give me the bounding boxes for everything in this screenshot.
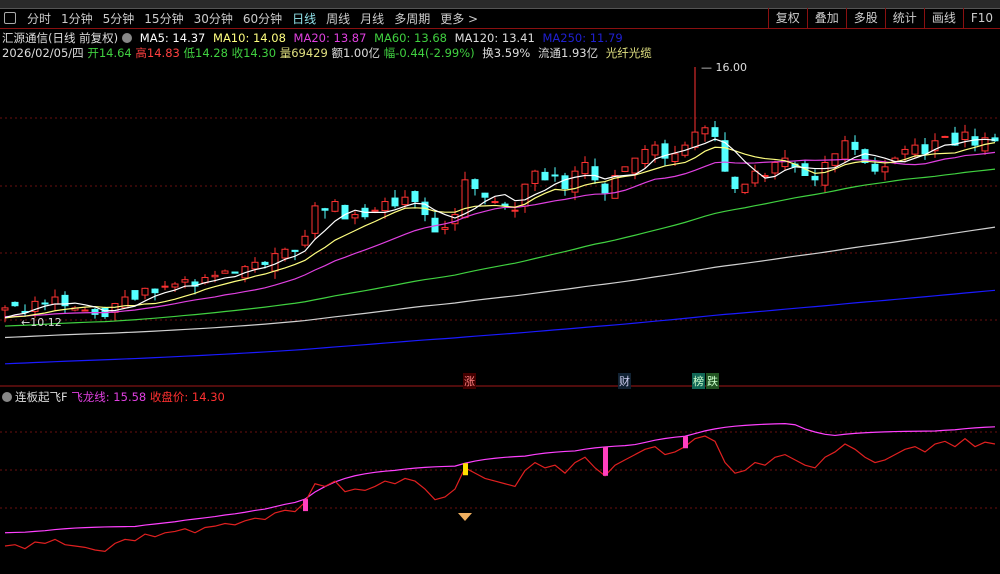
candle-body — [601, 183, 609, 194]
candle-body — [771, 161, 779, 174]
signal-zhang[interactable]: 涨 — [463, 373, 476, 389]
candle-body — [751, 170, 759, 184]
kline-chart[interactable]: — 16.00 ←10.12 — [0, 0, 1000, 574]
candle-body — [731, 176, 739, 190]
candle-body — [491, 201, 499, 204]
candle-body — [621, 166, 629, 172]
candle-body — [701, 127, 709, 135]
candle-body — [531, 170, 539, 184]
signal-cai[interactable]: 财 — [618, 373, 631, 389]
ma120-line — [4, 226, 996, 339]
signal-bar — [603, 446, 608, 476]
candle-body — [341, 204, 349, 220]
candle-body — [511, 209, 519, 212]
candle-body — [911, 144, 919, 155]
candle-body — [371, 209, 379, 212]
candle-body — [331, 201, 339, 212]
diamond-icon — [458, 513, 472, 521]
candle-body — [91, 309, 99, 315]
ma60-line — [4, 168, 996, 327]
candle-body — [81, 309, 89, 312]
signal-bar — [463, 463, 468, 476]
candle-body — [281, 248, 289, 259]
candle-body — [901, 148, 909, 155]
signal-bar — [683, 436, 688, 449]
candle-body — [551, 174, 559, 177]
candle-body — [251, 261, 259, 270]
candle-body — [221, 270, 229, 274]
candle-body — [741, 183, 749, 194]
candle-body — [851, 141, 859, 150]
dropdown-icon[interactable] — [2, 392, 12, 402]
candle-body — [871, 163, 879, 172]
candle-body — [301, 235, 309, 246]
feilong-line — [4, 423, 996, 534]
candle-body — [921, 144, 929, 155]
candle-body — [131, 290, 139, 300]
candle-body — [841, 140, 849, 160]
candle-body — [391, 197, 399, 207]
candle-body — [321, 208, 329, 211]
candle-body — [271, 253, 279, 272]
candle-body — [711, 127, 719, 137]
candle-body — [351, 214, 359, 219]
signal-bang[interactable]: 榜 — [692, 373, 705, 389]
candle-body — [961, 131, 969, 141]
candle-body — [561, 175, 569, 190]
candle-body — [411, 191, 419, 203]
candle-body — [401, 196, 409, 206]
close-line — [4, 435, 996, 552]
candle-body — [581, 161, 589, 175]
candle-body — [941, 135, 949, 138]
candle-body — [11, 301, 19, 307]
candle-body — [141, 287, 149, 296]
candle-body — [51, 296, 59, 305]
candle-body — [1, 307, 9, 311]
max-price-label: — 16.00 — [701, 61, 747, 74]
indicator-name[interactable]: 连板起飞F — [15, 390, 68, 404]
candle-body — [231, 271, 239, 274]
candle-body — [171, 283, 179, 288]
feilong-value: 飞龙线: 15.58 — [71, 390, 147, 404]
candle-body — [381, 201, 389, 212]
candle-body — [541, 171, 549, 181]
candle-body — [881, 166, 889, 173]
candle-body — [481, 192, 489, 198]
candle-body — [151, 288, 159, 294]
candle-body — [641, 148, 649, 165]
signal-bar — [303, 499, 308, 512]
min-price-label: ←10.12 — [21, 316, 62, 329]
candle-body — [971, 136, 979, 146]
close-price-value: 收盘价: 14.30 — [149, 390, 225, 404]
signal-die[interactable]: 跌 — [706, 373, 719, 389]
candle-body — [651, 144, 659, 156]
candle-body — [821, 161, 829, 186]
candle-body — [291, 249, 299, 252]
candle-body — [631, 157, 639, 174]
indicator-legend: 连板起飞F 飞龙线: 15.58 收盘价: 14.30 — [2, 389, 225, 405]
candle-body — [781, 157, 789, 168]
candle-body — [691, 131, 699, 148]
candle-body — [461, 179, 469, 218]
candle-body — [471, 179, 479, 190]
ma250-line — [4, 289, 996, 365]
candle-body — [181, 279, 189, 283]
candle-body — [41, 302, 49, 305]
candle-body — [161, 285, 169, 288]
candle-body — [311, 205, 319, 234]
candle-body — [721, 140, 729, 172]
candle-body — [811, 175, 819, 181]
candle-body — [591, 166, 599, 181]
candle-body — [261, 261, 269, 265]
candle-body — [441, 227, 449, 230]
candle-body — [671, 153, 679, 163]
candle-body — [211, 274, 219, 278]
